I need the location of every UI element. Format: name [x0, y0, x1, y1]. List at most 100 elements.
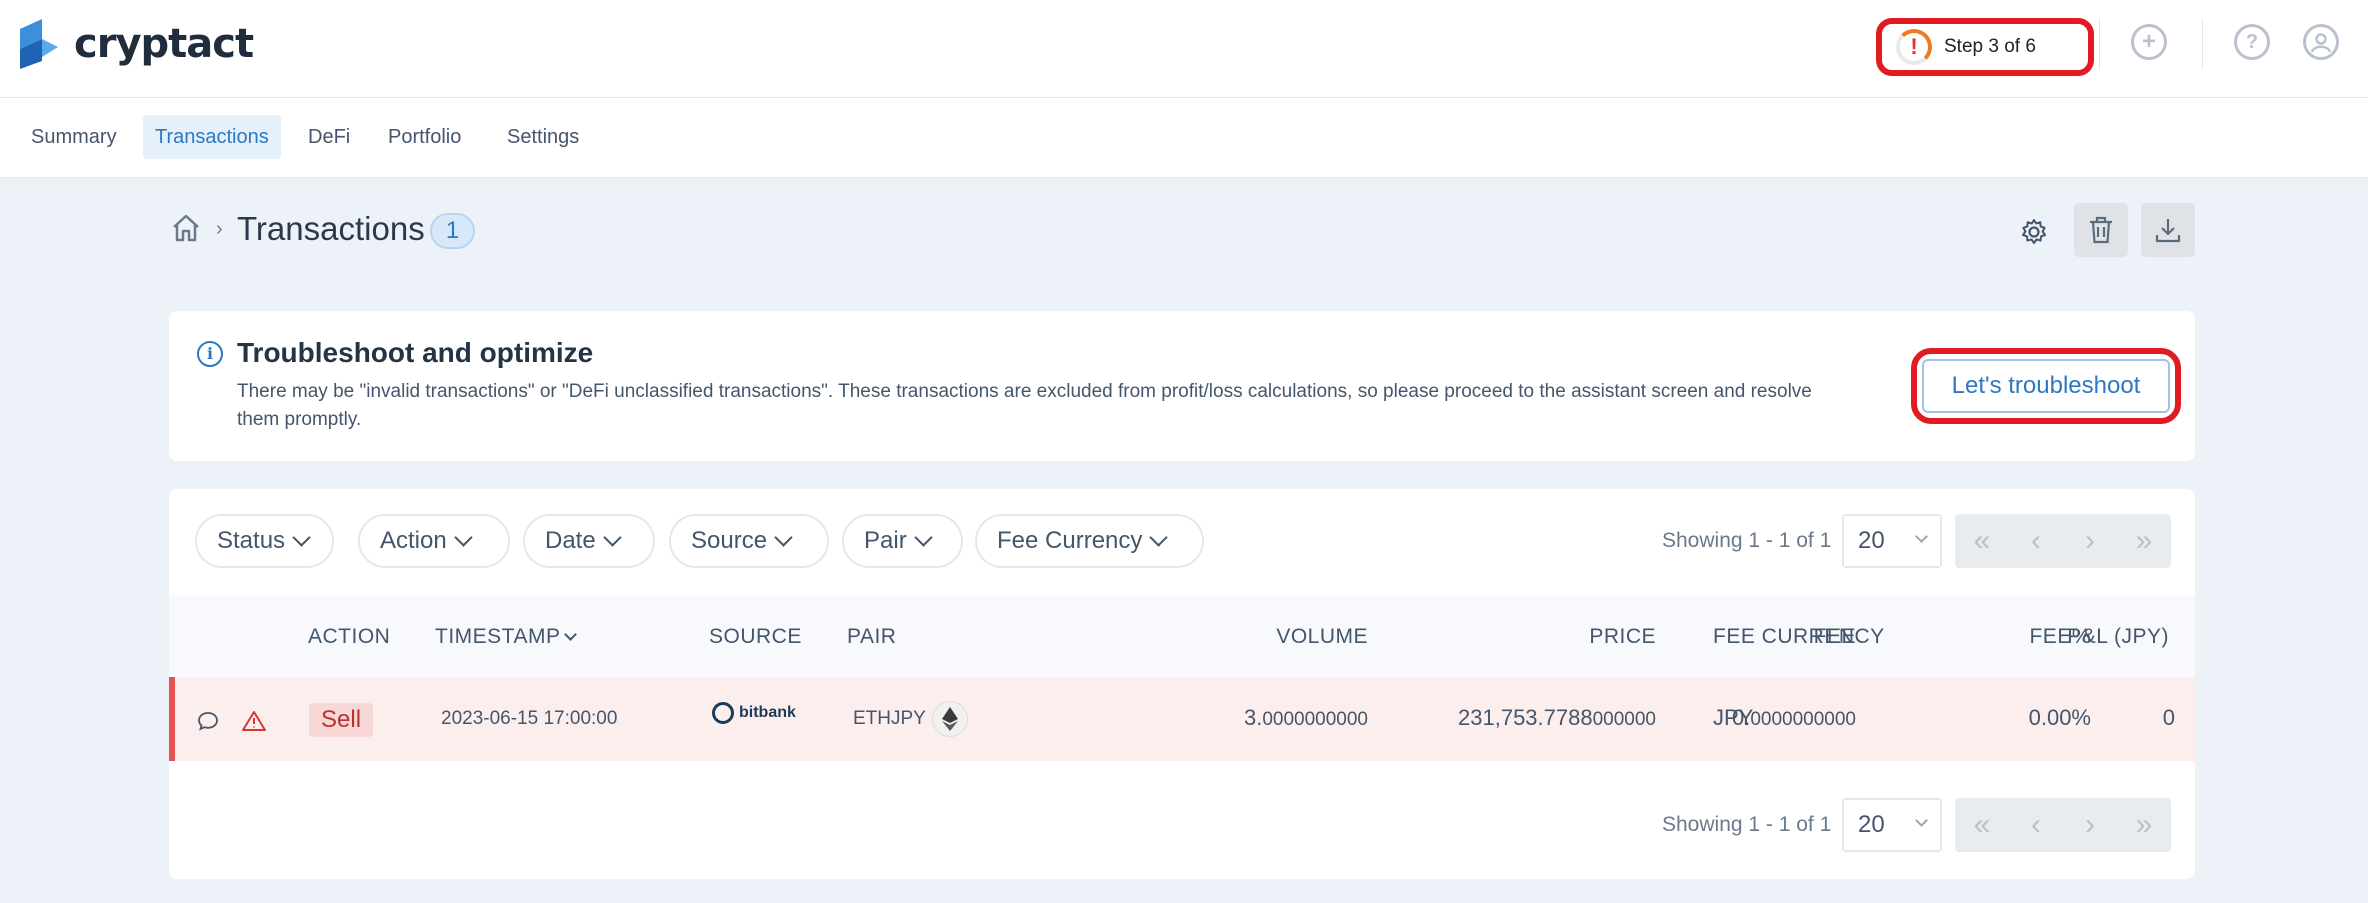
tab-defi[interactable]: DeFi	[296, 115, 362, 159]
step-label: Step 3 of 6	[1944, 36, 2036, 57]
prev-page-icon[interactable]: ‹	[2009, 798, 2063, 852]
chevron-down-icon	[913, 527, 933, 547]
filter-date[interactable]: Date	[523, 514, 655, 568]
filter-label: Source	[691, 527, 768, 554]
top-header: cryptact ! Step 3 of 6 + ?	[0, 0, 2368, 98]
next-page-icon[interactable]: ›	[2063, 514, 2117, 568]
cell-volume: 3.0000000000	[1244, 705, 1368, 731]
cell-fee-currency: JPY	[1713, 705, 1754, 730]
filter-source[interactable]: Source	[669, 514, 829, 568]
page-title: Transactions	[237, 210, 425, 247]
chevron-down-icon	[1915, 530, 1928, 543]
help-icon[interactable]: ?	[2234, 24, 2270, 60]
troubleshoot-description: There may be "invalid transactions" or "…	[237, 381, 1812, 430]
col-price[interactable]: PRICE	[1589, 625, 1656, 649]
cell-fee-frac: 0000000000	[1750, 709, 1856, 730]
tab-portfolio[interactable]: Portfolio	[376, 115, 473, 159]
col-timestamp[interactable]: TIMESTAMP	[435, 625, 578, 649]
cell-pair: ETHJPY	[853, 708, 926, 729]
table-row[interactable]: Sell 2023-06-15 17:00:00 bitbank ETHJPY …	[169, 677, 2195, 761]
download-button[interactable]	[2141, 203, 2195, 257]
filter-label: Status	[217, 527, 286, 554]
page-size-value: 20	[1858, 811, 1885, 838]
troubleshoot-card: i Troubleshoot and optimize There may be…	[169, 311, 2195, 461]
first-page-icon[interactable]: «	[1955, 514, 2009, 568]
bitbank-mark-icon	[712, 702, 734, 724]
header-divider	[2099, 18, 2100, 70]
pagination-summary: Showing 1 - 1 of 1	[1662, 529, 1832, 552]
warning-icon[interactable]	[241, 710, 267, 732]
ethereum-diamond-icon	[942, 707, 958, 731]
home-icon[interactable]	[170, 212, 202, 244]
cryptact-logo-icon	[20, 19, 58, 69]
page-size-select[interactable]: 20	[1842, 514, 1942, 568]
troubleshoot-button[interactable]: Let's troubleshoot	[1922, 359, 2170, 413]
transaction-count-badge: 1	[430, 213, 475, 249]
step-indicator-highlight: ! Step 3 of 6	[1876, 18, 2094, 76]
user-silhouette-icon	[2310, 33, 2332, 53]
troubleshoot-button-highlight: Let's troubleshoot	[1911, 348, 2181, 424]
comment-icon[interactable]	[197, 711, 219, 731]
cell-volume-int: 3.	[1243, 705, 1263, 730]
filter-label: Pair	[864, 527, 907, 554]
cell-price: 231,753.7788000000	[1458, 705, 1656, 731]
col-source[interactable]: SOURCE	[709, 625, 802, 649]
trash-icon	[2090, 216, 2112, 244]
step-indicator[interactable]: ! Step 3 of 6	[1892, 28, 2050, 66]
filter-fee-currency[interactable]: Fee Currency	[975, 514, 1204, 568]
account-icon[interactable]	[2303, 24, 2339, 60]
ethereum-icon	[932, 701, 968, 737]
chevron-down-icon	[1915, 814, 1928, 827]
add-icon[interactable]: +	[2131, 24, 2167, 60]
first-page-icon[interactable]: «	[1955, 798, 2009, 852]
cell-timestamp: 2023-06-15 17:00:00	[441, 708, 618, 729]
chevron-down-icon	[774, 527, 793, 547]
col-volume[interactable]: VOLUME	[1276, 625, 1368, 649]
logo[interactable]: cryptact	[16, 16, 254, 72]
filter-pair[interactable]: Pair	[842, 514, 963, 568]
header-divider	[2202, 18, 2203, 70]
step-warning-icon: !	[1896, 29, 1932, 65]
action-badge: Sell	[309, 703, 374, 737]
delete-button[interactable]	[2074, 203, 2128, 257]
breadcrumb-separator: ›	[216, 218, 223, 240]
page-size-value: 20	[1858, 527, 1885, 554]
pagination-controls-bottom: « ‹ › »	[1955, 798, 2171, 852]
col-timestamp-label: TIMESTAMP	[435, 625, 561, 648]
last-page-icon[interactable]: »	[2117, 798, 2171, 852]
col-pl[interactable]: P&L (JPY)	[2067, 625, 2169, 649]
last-page-icon[interactable]: »	[2117, 514, 2171, 568]
chevron-down-icon	[292, 527, 311, 547]
col-fee-currency[interactable]: FEE CURRENCY	[1713, 625, 1885, 649]
next-page-icon[interactable]: ›	[2063, 798, 2117, 852]
filter-status[interactable]: Status	[195, 514, 334, 568]
sort-desc-icon	[564, 628, 578, 641]
chevron-down-icon	[603, 527, 622, 547]
chevron-down-icon	[1149, 527, 1169, 547]
info-icon: i	[197, 341, 223, 367]
col-pair[interactable]: PAIR	[847, 625, 896, 649]
filter-label: Date	[545, 527, 596, 554]
tab-transactions[interactable]: Transactions	[143, 115, 281, 159]
gear-icon[interactable]	[2018, 216, 2050, 248]
tab-summary[interactable]: Summary	[19, 115, 129, 159]
cell-fee-percent: 0.00%	[2028, 705, 2091, 730]
source-logo: bitbank	[712, 702, 796, 724]
step-warning-glyph: !	[1910, 34, 1918, 59]
filter-action[interactable]: Action	[358, 514, 510, 568]
chevron-down-icon	[454, 527, 473, 547]
download-icon	[2155, 219, 2181, 243]
transactions-card: Status Action Date Source Pair Fee Curre…	[169, 489, 2195, 879]
pagination-controls: « ‹ › »	[1955, 514, 2171, 568]
pagination-summary-bottom: Showing 1 - 1 of 1	[1662, 813, 1832, 836]
source-name: bitbank	[739, 704, 796, 721]
col-action[interactable]: ACTION	[308, 625, 390, 649]
filter-label: Fee Currency	[997, 527, 1143, 554]
prev-page-icon[interactable]: ‹	[2009, 514, 2063, 568]
logo-text: cryptact	[74, 21, 254, 67]
tab-settings[interactable]: Settings	[495, 115, 591, 159]
table-header: ACTION TIMESTAMP SOURCE PAIR VOLUME PRIC…	[169, 595, 2195, 677]
page-size-select-bottom[interactable]: 20	[1842, 798, 1942, 852]
cell-pl: 0	[2162, 705, 2175, 730]
cell-price-int: 231,753.7788	[1458, 705, 1593, 730]
